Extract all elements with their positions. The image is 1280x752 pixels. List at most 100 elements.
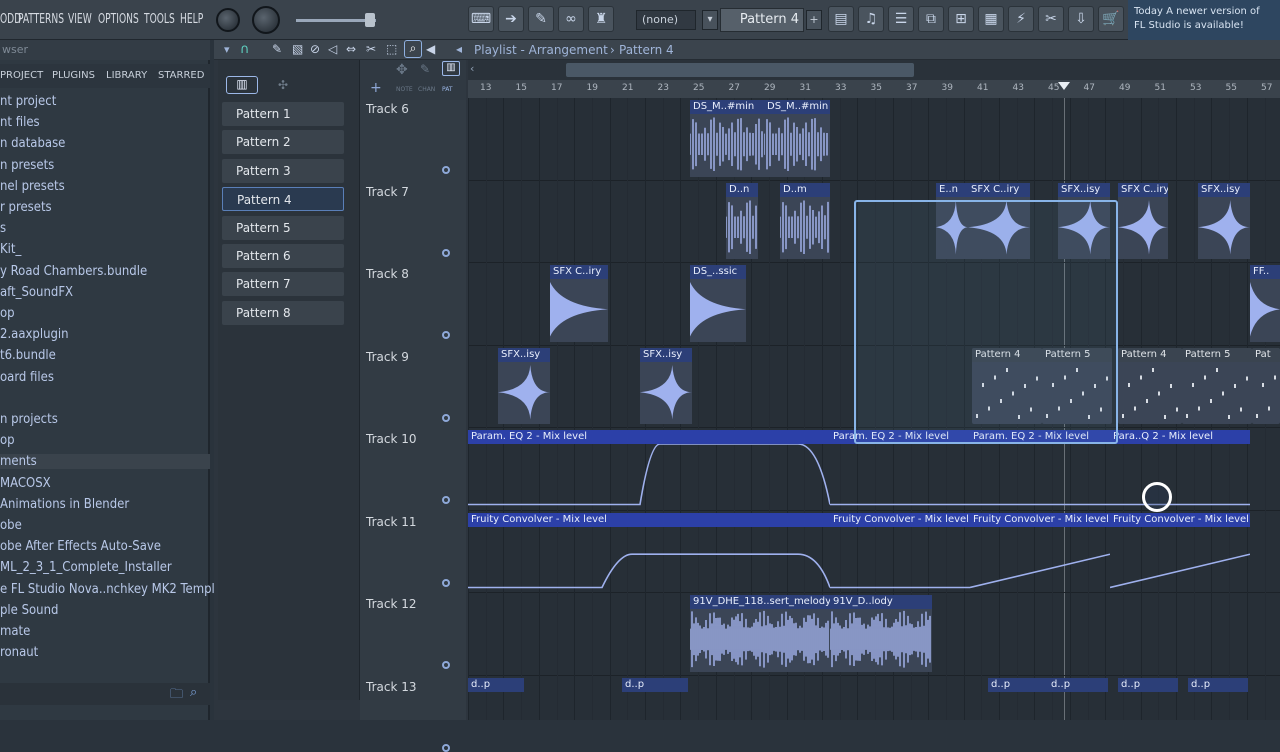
track-name[interactable]: Track 7 — [366, 185, 409, 199]
menu-options[interactable]: OPTIONS — [98, 12, 139, 27]
clip[interactable]: SFX..isy — [1198, 182, 1250, 259]
plugin-icon[interactable]: ⚡ — [1008, 6, 1034, 32]
metronome-icon[interactable]: ♜ — [588, 6, 614, 32]
track-mute-led[interactable] — [442, 413, 450, 422]
tab-project[interactable]: PROJECT — [0, 70, 43, 81]
playback-tool-icon[interactable]: ◀ — [426, 42, 435, 56]
pattern-item[interactable]: Pattern 5 — [222, 215, 344, 240]
track-name[interactable]: Track 12 — [366, 597, 416, 611]
clip[interactable]: 91V_DHE_118..sert_melody — [690, 595, 830, 672]
browser-item[interactable]: e FL Studio Nova..nchkey MK2 Template — [0, 582, 234, 597]
clip[interactable]: Fruity Convolver - Mix level — [970, 512, 1110, 590]
browser-item[interactable]: obe — [0, 518, 22, 533]
menu-view[interactable]: VIEW — [68, 12, 92, 27]
pattern-item[interactable]: Pattern 6 — [222, 244, 344, 268]
pattern-dropdown-arrow[interactable]: ▾ — [702, 10, 718, 30]
track-mute-led[interactable] — [442, 248, 450, 257]
clip[interactable]: 91V_D..lody — [830, 595, 932, 672]
step-edit-icon[interactable]: ➔ — [498, 6, 524, 32]
pattern-item[interactable]: Pattern 4 — [222, 187, 344, 212]
clip[interactable]: Param. EQ 2 - Mix level — [468, 430, 830, 507]
browser-item[interactable]: ments — [0, 454, 210, 470]
clip[interactable]: SFX C..iry — [1118, 182, 1168, 259]
main-pitch-knob[interactable] — [252, 6, 280, 34]
menu-tools[interactable]: TOOLS — [144, 12, 175, 27]
add-track-icon[interactable]: + — [370, 80, 382, 96]
overview-scroll-thumb[interactable] — [566, 63, 914, 77]
scroll-left-icon[interactable]: ‹ — [470, 62, 474, 75]
track-mute-led[interactable] — [442, 743, 450, 752]
selection-rectangle[interactable] — [854, 200, 1118, 444]
clip[interactable]: Pat — [1252, 347, 1280, 424]
download-icon[interactable]: ⇩ — [1068, 6, 1094, 32]
piano-handle-icon[interactable]: ▥ — [442, 61, 460, 76]
playlist-pattern-name[interactable]: Pattern 4 — [619, 43, 674, 57]
browser-item[interactable]: ronaut — [0, 645, 38, 660]
speaker-icon[interactable]: ◂ — [456, 42, 462, 56]
slice-tool-icon[interactable]: ✂ — [366, 42, 376, 56]
master-volume-slider[interactable] — [296, 19, 376, 22]
playhead-marker[interactable] — [1058, 82, 1070, 90]
tab-plugins[interactable]: PLUGINS — [52, 70, 95, 81]
move-icon[interactable]: ✣ — [278, 78, 288, 92]
clip[interactable]: Pattern 5 — [1182, 347, 1252, 424]
track-name[interactable]: Track 10 — [366, 432, 416, 446]
clip[interactable]: d..p — [1048, 677, 1108, 692]
pattern-item[interactable]: Pattern 8 — [222, 300, 344, 325]
browser-item[interactable]: mate — [0, 624, 30, 639]
clip[interactable]: D..n — [726, 182, 758, 259]
clip[interactable]: DS_..ssic — [690, 265, 746, 342]
search-icon[interactable]: ⌕ — [190, 685, 197, 700]
tab-library[interactable]: LIBRARY — [106, 70, 147, 81]
clip[interactable]: Fruity Convolver - Mix level — [1110, 512, 1250, 590]
folder-icon[interactable]: 🗀 — [170, 685, 183, 707]
browser-icon[interactable]: ⊞ — [948, 6, 974, 32]
track-name[interactable]: Track 13 — [366, 680, 416, 694]
pattern-selector[interactable]: Pattern 4 — [720, 8, 804, 32]
browser-item[interactable]: n presets — [0, 158, 54, 173]
piano-roll-icon[interactable]: ♫ — [858, 6, 884, 32]
browser-item[interactable]: r presets — [0, 200, 52, 215]
track-mute-led[interactable] — [442, 331, 450, 339]
browser-item[interactable]: nt files — [0, 115, 40, 130]
browser-item[interactable]: oard files — [0, 370, 54, 385]
clip[interactable]: DS_M..#min — [690, 100, 764, 177]
clip[interactable]: Fruity Convolver - Mix level — [468, 512, 830, 590]
clip[interactable]: SFX C..iry — [550, 265, 608, 342]
browser-item[interactable]: op — [0, 433, 15, 448]
clip[interactable]: d..p — [622, 677, 688, 692]
clip[interactable]: DS_M..#min — [764, 100, 830, 177]
browser-item[interactable]: s — [0, 221, 6, 236]
browser-item[interactable]: ML_2_3_1_Complete_Installer — [0, 560, 172, 575]
draw-tool-icon[interactable]: ✎ — [272, 42, 282, 56]
browser-item[interactable]: ple Sound — [0, 603, 58, 618]
clip[interactable]: Para..Q 2 - Mix level — [1110, 430, 1250, 507]
browser-item[interactable]: MACOSX — [0, 476, 51, 491]
browser-item[interactable]: Animations in Blender — [0, 497, 129, 512]
magnet-icon[interactable]: ∩ — [240, 42, 250, 57]
browser-item[interactable]: n projects — [0, 412, 58, 427]
pattern-item[interactable]: Pattern 7 — [222, 272, 344, 297]
track-name[interactable]: Track 9 — [366, 350, 409, 364]
playlist-menu-arrow-icon[interactable]: ▾ — [224, 43, 230, 56]
track-mute-led[interactable] — [442, 661, 450, 669]
track-name[interactable]: Track 11 — [366, 515, 416, 529]
clip[interactable]: D..m — [780, 182, 830, 259]
link-icon[interactable]: ∞ — [558, 6, 584, 32]
paint-icon[interactable]: ✎ — [528, 6, 554, 32]
clip[interactable]: d..p — [1118, 677, 1178, 692]
zoom-tool-icon[interactable]: ⌕ — [404, 40, 422, 58]
pattern-item[interactable]: Pattern 1 — [222, 102, 344, 126]
mixer-icon[interactable]: ⧉ — [918, 6, 944, 32]
browser-item[interactable]: op — [0, 306, 15, 321]
main-volume-knob[interactable] — [216, 8, 240, 32]
typing-keyboard-icon[interactable]: ⌨ — [468, 6, 494, 32]
timeline-ruler[interactable]: 13 15 17 19 21 23 25 27 29 31 33 35 37 39 41 43 45 47 49 51… — [468, 80, 1280, 98]
track-name[interactable]: Track 6 — [366, 102, 409, 116]
browser-item[interactable]: obe After Effects Auto-Save — [0, 539, 161, 554]
update-notice[interactable]: Today A newer version of FL Studio is av… — [1128, 0, 1280, 40]
clip[interactable]: Pattern 4 — [1118, 347, 1182, 424]
browser-item[interactable]: 2.aaxplugin — [0, 327, 69, 342]
channel-rack-icon[interactable]: ☰ — [888, 6, 914, 32]
piano-keys-icon[interactable]: ▥ — [226, 76, 258, 94]
